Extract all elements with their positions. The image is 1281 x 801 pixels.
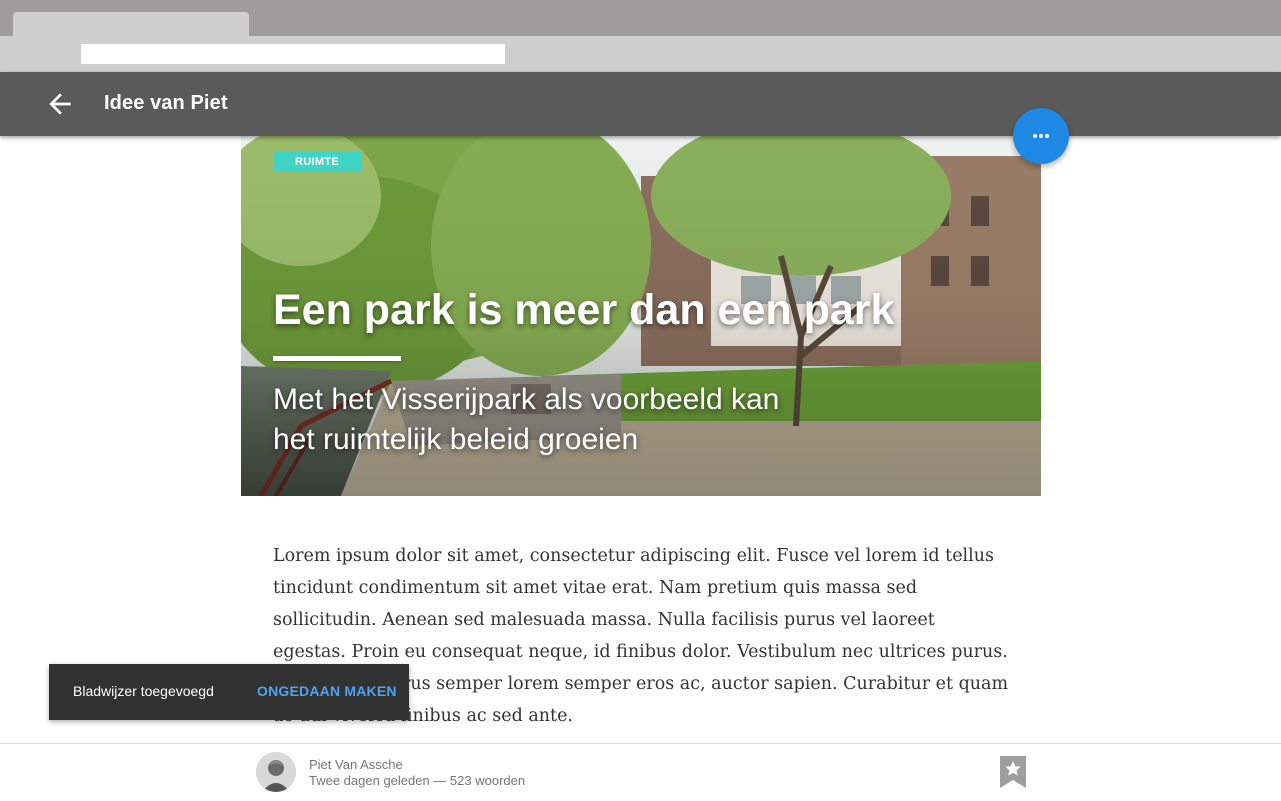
title-divider (273, 356, 401, 361)
app-bar-title: Idee van Piet (104, 92, 228, 114)
browser-tab-strip (0, 0, 1281, 36)
author-photo (256, 752, 296, 792)
browser-tab[interactable] (13, 12, 249, 36)
back-button[interactable] (44, 88, 76, 120)
author-name[interactable]: Piet Van Assche (309, 757, 403, 772)
subtitle-line: het ruimtelijk beleid groeien (273, 423, 639, 456)
more-options-button[interactable] (1013, 108, 1069, 164)
bookmark-star-icon (1000, 756, 1026, 788)
browser-address-bar (0, 36, 1281, 72)
more-horizontal-icon (1033, 134, 1049, 138)
avatar[interactable] (256, 752, 296, 792)
snackbar-message: Bladwijzer toegevoegd (73, 683, 214, 699)
subtitle-line: Met het Visserijpark als voorbeeld kan (273, 383, 780, 416)
article-hero: RUIMTE Een park is meer dan een park Met… (241, 136, 1041, 496)
app-bar: Idee van Piet (0, 72, 1281, 136)
category-badge[interactable]: RUIMTE (273, 152, 361, 172)
article-title: Een park is meer dan een park (273, 286, 895, 334)
author-bar: Piet Van Assche Twee dagen geleden — 523… (0, 743, 1281, 801)
bookmark-button[interactable] (1000, 756, 1026, 788)
snackbar: Bladwijzer toegevoegd ONGEDAAN MAKEN (49, 664, 409, 720)
undo-button[interactable]: ONGEDAAN MAKEN (257, 683, 397, 699)
article-subtitle: Met het Visserijpark als voorbeeld kan h… (273, 380, 853, 460)
url-field[interactable] (81, 44, 505, 64)
article-meta: Twee dagen geleden — 523 woorden (309, 773, 526, 788)
arrow-back-icon (49, 93, 71, 115)
